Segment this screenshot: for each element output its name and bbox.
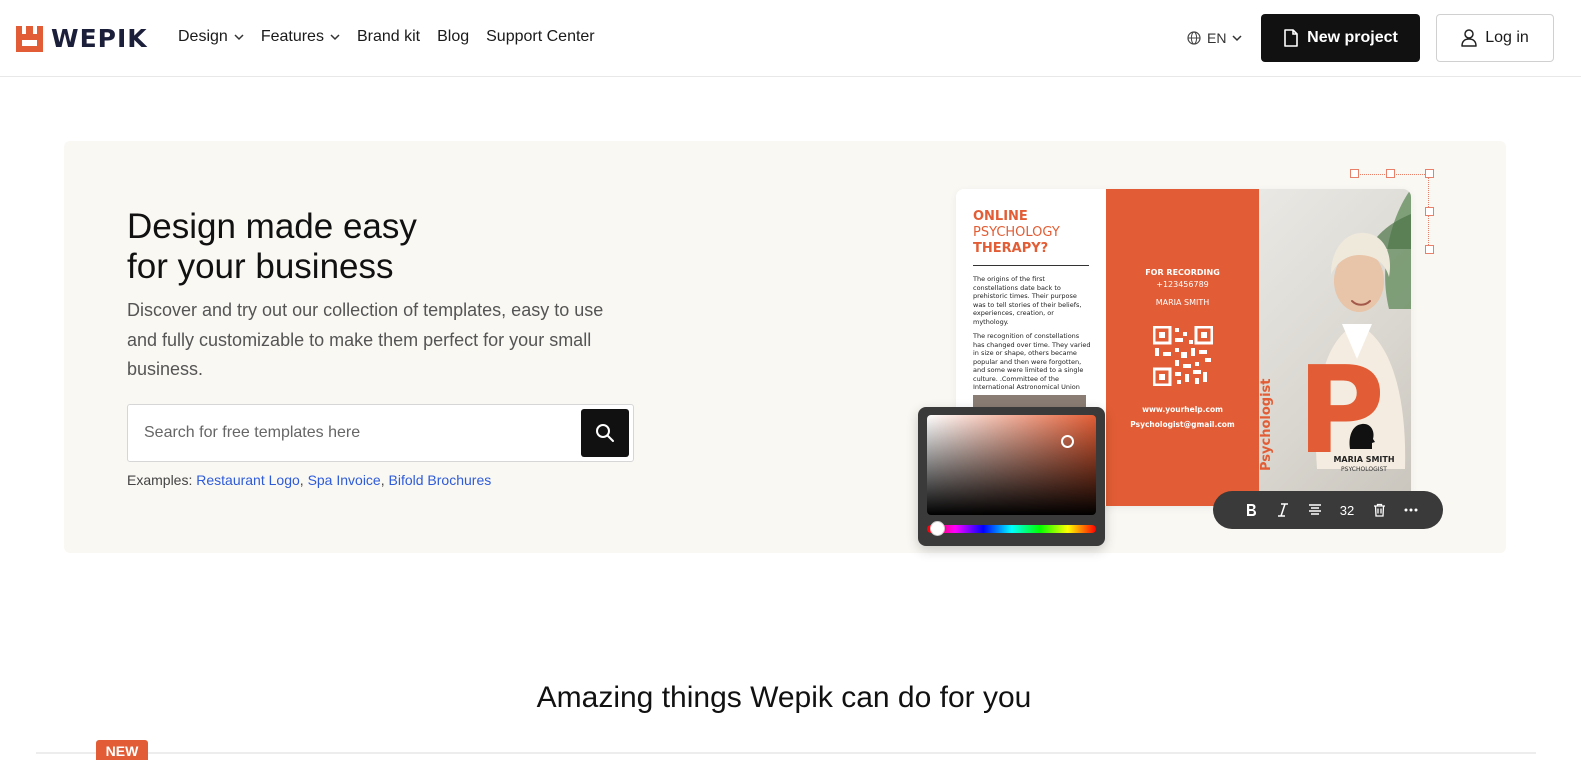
nav-item-label: Features	[260, 28, 324, 45]
more-icon	[1404, 508, 1418, 512]
trash-icon	[1373, 503, 1385, 517]
body-paragraph-1: The origins of the first constellations …	[973, 275, 1082, 326]
hue-handle[interactable]	[930, 521, 945, 536]
align-button[interactable]	[1299, 491, 1331, 529]
brochure-heading: ONLINE PSYCHOLOGY THERAPY?	[973, 209, 1060, 257]
selection-outline	[1354, 174, 1429, 249]
hero-title: Design made easy for your business	[127, 207, 417, 287]
search-button[interactable]	[581, 409, 629, 457]
nav-item-label: Blog	[437, 28, 470, 45]
language-selector[interactable]: EN	[1187, 30, 1242, 46]
logo-icon	[16, 25, 43, 52]
globe-icon	[1187, 31, 1201, 45]
heading-line2: PSYCHOLOGY	[973, 225, 1060, 240]
new-badge: NEW	[96, 740, 148, 760]
qr-code-icon	[1153, 326, 1213, 386]
color-picker	[918, 407, 1105, 546]
template-search	[127, 404, 634, 462]
document-icon	[1284, 29, 1298, 47]
language-label: EN	[1207, 30, 1227, 46]
brochure-middle-panel: FOR RECORDING +123456789 MARIA SMITH www…	[1106, 189, 1259, 506]
nav-item-blog[interactable]: Blog	[437, 28, 469, 46]
big-letter: P	[1297, 342, 1385, 481]
brochure-body: The origins of the first constellations …	[973, 275, 1091, 392]
chevron-down-icon	[330, 34, 340, 41]
delete-button[interactable]	[1363, 491, 1395, 529]
example-link-spa-invoice[interactable]: Spa Invoice	[308, 472, 381, 488]
vertical-word: Psychologist	[1259, 378, 1274, 471]
align-center-icon	[1309, 504, 1321, 515]
resize-handle[interactable]	[1386, 169, 1395, 178]
nav-item-support-center[interactable]: Support Center	[486, 28, 595, 46]
chevron-down-icon	[1232, 35, 1242, 42]
recording-label: FOR RECORDING	[1145, 268, 1220, 277]
example-link-bifold-brochures[interactable]: Bifold Brochures	[389, 472, 492, 488]
section-divider	[36, 752, 1536, 754]
chevron-down-icon	[234, 34, 244, 41]
hero-title-line2: for your business	[127, 247, 394, 286]
head-silhouette-icon	[1349, 423, 1375, 449]
new-project-button[interactable]: New project	[1261, 14, 1420, 62]
resize-handle[interactable]	[1425, 169, 1434, 178]
examples-label: Examples:	[127, 472, 193, 488]
italic-button[interactable]	[1267, 491, 1299, 529]
font-size-value[interactable]: 32	[1331, 491, 1363, 529]
more-button[interactable]	[1395, 491, 1427, 529]
resize-handle[interactable]	[1425, 245, 1434, 254]
website: www.yourhelp.com	[1142, 405, 1223, 414]
email: Psychologist@gmail.com	[1130, 420, 1235, 429]
hue-slider[interactable]	[927, 525, 1096, 533]
hero-description: Discover and try out our collection of t…	[127, 300, 604, 379]
search-examples: Examples: Restaurant Logo, Spa Invoice, …	[127, 472, 492, 488]
right-role: PSYCHOLOGIST	[1341, 466, 1387, 473]
nav-item-label: Brand kit	[356, 28, 421, 45]
text-toolbar: 32	[1213, 491, 1443, 529]
new-project-label: New project	[1307, 29, 1398, 46]
nav-item-brand-kit[interactable]: Brand kit	[357, 28, 420, 46]
bold-button[interactable]	[1235, 491, 1267, 529]
heading-line1: ONLINE	[973, 209, 1028, 224]
phone-number: +123456789	[1156, 280, 1209, 289]
saturation-panel[interactable]	[927, 415, 1096, 515]
wepik-logo[interactable]: WEPIK	[16, 24, 148, 53]
search-icon	[596, 424, 614, 442]
saturation-handle[interactable]	[1061, 435, 1074, 448]
italic-icon	[1278, 503, 1288, 517]
mid-name: MARIA SMITH	[1155, 298, 1210, 307]
resize-handle[interactable]	[1425, 207, 1434, 216]
resize-handle[interactable]	[1350, 169, 1359, 178]
heading-line3: THERAPY?	[973, 241, 1049, 256]
user-icon	[1461, 29, 1477, 47]
main-nav: Design Features Brand kit Blog Support C…	[178, 28, 612, 46]
hero-title-line1: Design made easy	[127, 207, 417, 246]
nav-item-label: Design	[178, 28, 228, 45]
site-header: WEPIK Design Features Brand kit Blog Sup…	[0, 0, 1581, 77]
bold-icon	[1247, 504, 1256, 516]
features-section-title: Amazing things Wepik can do for you	[536, 681, 1032, 714]
login-button[interactable]: Log in	[1436, 14, 1554, 62]
right-name: MARIA SMITH	[1333, 455, 1395, 464]
logo-text: WEPIK	[51, 24, 148, 53]
nav-item-design[interactable]: Design	[178, 28, 244, 46]
login-label: Log in	[1485, 29, 1529, 46]
nav-item-features[interactable]: Features	[261, 28, 340, 46]
body-paragraph-2: The recognition of constellations has ch…	[973, 332, 1091, 391]
search-input[interactable]	[144, 405, 574, 461]
divider	[973, 265, 1089, 266]
example-link-restaurant-logo[interactable]: Restaurant Logo	[196, 472, 300, 488]
nav-item-label: Support Center	[486, 28, 595, 45]
